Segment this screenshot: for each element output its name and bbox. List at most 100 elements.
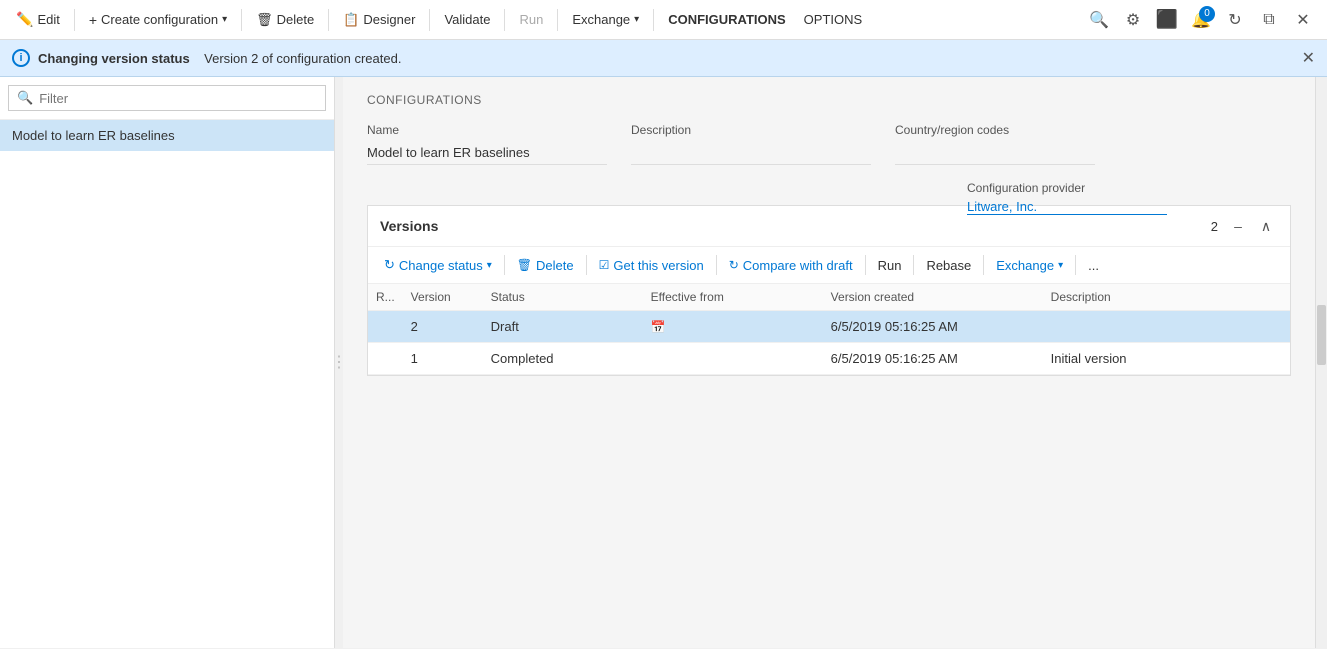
refresh-button[interactable]: ↻ — [1219, 4, 1251, 36]
popout-button[interactable]: ⧉ — [1253, 4, 1285, 36]
table-cell — [643, 343, 823, 375]
table-row[interactable]: 2Draft📅6/5/2019 05:16:25 AM — [368, 311, 1290, 343]
table-row[interactable]: 1Completed6/5/2019 05:16:25 AMInitial ve… — [368, 343, 1290, 375]
country-field: Country/region codes — [895, 123, 1095, 165]
notification-bar: i Changing version status Version 2 of c… — [0, 40, 1327, 77]
description-field: Description — [631, 123, 871, 165]
description-value — [631, 141, 871, 165]
table-cell: Draft — [483, 311, 643, 343]
plus-icon: + — [89, 12, 97, 28]
versions-table-body: 2Draft📅6/5/2019 05:16:25 AM1Completed6/5… — [368, 311, 1290, 375]
versions-toolbar: ↻ Change status ▾ 🗑 Delete ☑ Get this ve… — [368, 247, 1290, 284]
sidebar-resize-handle[interactable]: ⋮ — [335, 77, 343, 648]
provider-value[interactable]: Litware, Inc. — [967, 199, 1167, 215]
v-sep-4 — [865, 255, 866, 275]
filter-input-wrap[interactable]: 🔍 — [8, 85, 326, 111]
table-cell — [1043, 311, 1290, 343]
change-status-button[interactable]: ↻ Change status ▾ — [376, 253, 500, 277]
col-header-effective: Effective from — [643, 284, 823, 311]
notification-close-button[interactable]: ✕ — [1302, 48, 1315, 68]
options-nav-button[interactable]: OPTIONS — [796, 8, 871, 31]
close-icon: ✕ — [1296, 10, 1309, 30]
configurations-nav-button[interactable]: CONFIGURATIONS — [660, 8, 793, 31]
popout-icon: ⧉ — [1263, 11, 1274, 29]
versions-run-button[interactable]: Run — [870, 254, 910, 277]
designer-icon: 📋 — [343, 12, 359, 28]
office-icon: ⬛ — [1156, 9, 1178, 30]
rebase-button[interactable]: Rebase — [918, 254, 979, 277]
versions-controls: – ∧ — [1226, 214, 1278, 238]
edit-icon: ✏️ — [16, 11, 33, 28]
versions-exchange-button[interactable]: Exchange ▾ — [988, 254, 1071, 277]
create-config-button[interactable]: + Create configuration ▾ — [81, 8, 235, 32]
get-version-button[interactable]: ☑ Get this version — [591, 254, 712, 277]
separator-6 — [557, 9, 558, 31]
separator-7 — [653, 9, 654, 31]
versions-collapse-button[interactable]: ∧ — [1254, 214, 1278, 238]
description-label: Description — [631, 123, 871, 137]
table-cell: 2 — [403, 311, 483, 343]
run-button[interactable]: Run — [511, 8, 551, 31]
refresh-status-icon: ↻ — [384, 257, 395, 273]
v-sep-2 — [586, 255, 587, 275]
table-cell: Initial version — [1043, 343, 1290, 375]
edit-button[interactable]: ✏️ Edit — [8, 7, 68, 32]
sidebar: 🔍 Model to learn ER baselines — [0, 77, 335, 648]
delete-button[interactable]: 🗑 Delete — [248, 8, 322, 32]
v-sep-7 — [1075, 255, 1076, 275]
provider-label: Configuration provider — [967, 181, 1167, 195]
exchange-button[interactable]: Exchange ▾ — [564, 8, 647, 31]
chevron-down-icon: ▾ — [222, 14, 227, 25]
main-toolbar: ✏️ Edit + Create configuration ▾ 🗑 Delet… — [0, 0, 1327, 40]
close-button[interactable]: ✕ — [1287, 4, 1319, 36]
right-scrollbar[interactable] — [1315, 77, 1327, 648]
v-sep-5 — [913, 255, 914, 275]
v-sep-3 — [716, 255, 717, 275]
col-header-version: Version — [403, 284, 483, 311]
table-cell — [368, 311, 403, 343]
table-cell — [368, 343, 403, 375]
col-header-desc: Description — [1043, 284, 1290, 311]
change-status-chevron-icon: ▾ — [487, 260, 492, 271]
separator-4 — [429, 9, 430, 31]
compare-draft-button[interactable]: ↻ Compare with draft — [721, 254, 861, 277]
compare-icon: ↻ — [729, 258, 739, 272]
country-label: Country/region codes — [895, 123, 1095, 137]
table-cell: Completed — [483, 343, 643, 375]
more-options-button[interactable]: ... — [1080, 254, 1107, 277]
versions-title: Versions — [380, 218, 1203, 234]
info-icon: i — [12, 49, 30, 67]
designer-button[interactable]: 📋 Designer — [335, 8, 423, 32]
exchange-dropdown-icon: ▾ — [1058, 260, 1063, 271]
versions-dash-button[interactable]: – — [1226, 214, 1250, 238]
table-cell: 6/5/2019 05:16:25 AM — [823, 311, 1043, 343]
sidebar-item-model[interactable]: Model to learn ER baselines — [0, 120, 334, 151]
refresh-icon: ↻ — [1228, 10, 1241, 30]
table-cell: 📅 — [643, 311, 823, 343]
versions-delete-button[interactable]: 🗑 Delete — [509, 254, 582, 277]
content-area: CONFIGURATIONS Name Model to learn ER ba… — [343, 77, 1315, 648]
separator-2 — [241, 9, 242, 31]
get-version-icon: ☑ — [599, 258, 610, 272]
versions-panel: Versions 2 – ∧ ↻ Change status ▾ — [367, 205, 1291, 376]
notification-text: Changing version status Version 2 of con… — [38, 51, 1294, 66]
settings-icon: ⚙ — [1126, 10, 1140, 30]
scrollbar-thumb[interactable] — [1317, 305, 1326, 365]
name-label: Name — [367, 123, 607, 137]
separator-5 — [504, 9, 505, 31]
search-icon-button[interactable]: 🔍 — [1083, 4, 1115, 36]
settings-icon-button[interactable]: ⚙ — [1117, 4, 1149, 36]
delete-icon: 🗑 — [256, 12, 273, 28]
content-inner: CONFIGURATIONS Name Model to learn ER ba… — [343, 77, 1315, 392]
v-sep-1 — [504, 255, 505, 275]
sidebar-filter-area: 🔍 — [0, 77, 334, 120]
validate-button[interactable]: Validate — [436, 8, 498, 31]
office-icon-button[interactable]: ⬛ — [1151, 4, 1183, 36]
col-header-r: R... — [368, 284, 403, 311]
name-value: Model to learn ER baselines — [367, 141, 607, 165]
filter-search-icon: 🔍 — [17, 90, 33, 106]
col-header-created: Version created — [823, 284, 1043, 311]
filter-input[interactable] — [39, 91, 317, 106]
country-value — [895, 141, 1095, 165]
notification-badge-wrap[interactable]: 🔔 0 — [1185, 4, 1217, 36]
